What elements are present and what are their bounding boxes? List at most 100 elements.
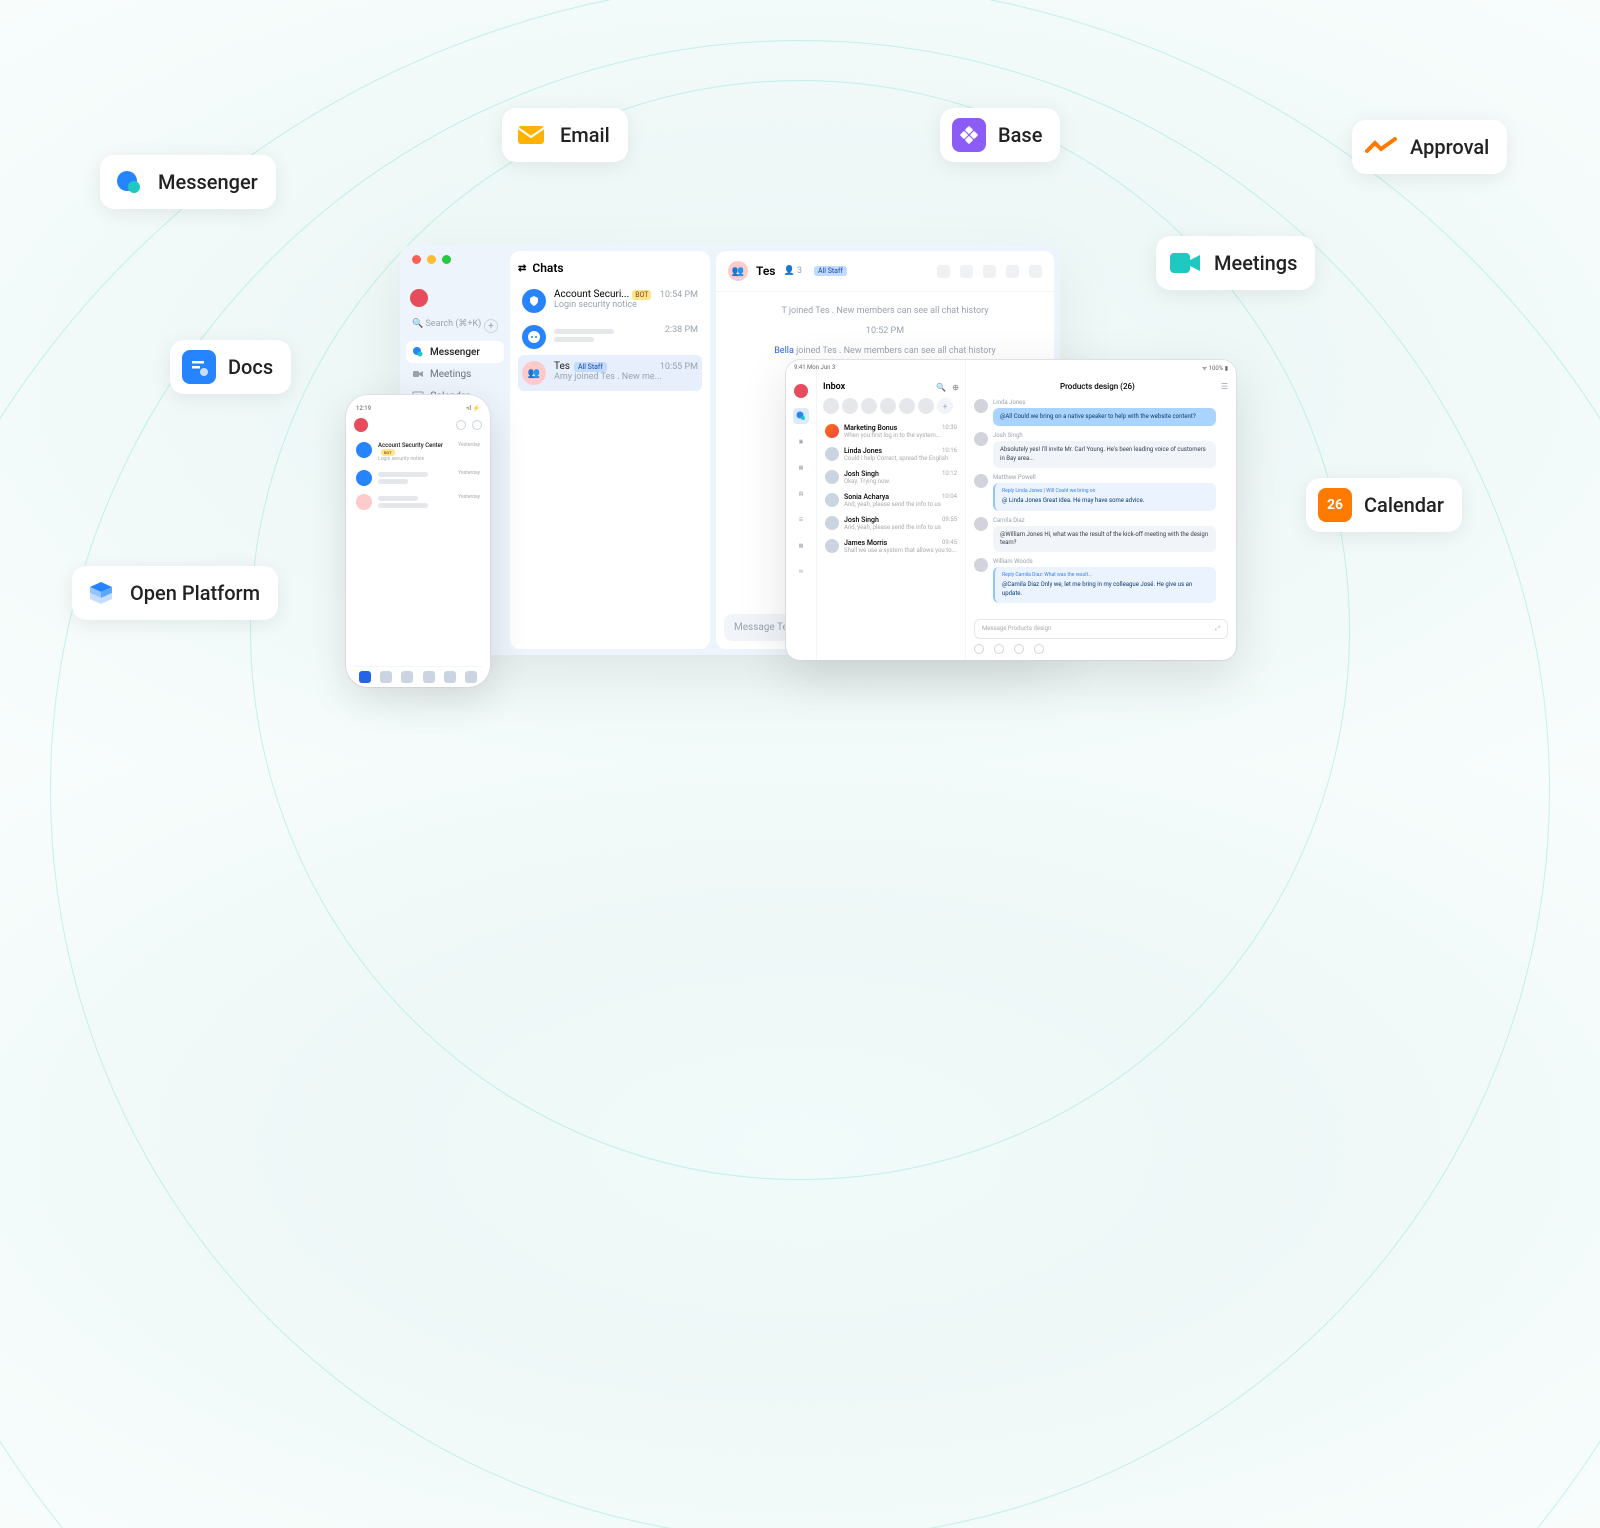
compose-input[interactable]: Message Products design⤢	[974, 619, 1228, 639]
inbox-item[interactable]: James Morris09:45Shall we use a system t…	[823, 535, 959, 558]
inbox-item[interactable]: Marketing Bonus10:30When you first log i…	[823, 420, 959, 443]
emoji-icon[interactable]	[974, 644, 984, 654]
chat-title: Products design (26) ☰	[974, 382, 1228, 391]
item-name: Josh Singh	[844, 516, 879, 524]
avatar	[974, 558, 988, 572]
nav-workplace[interactable]: ▦	[793, 538, 809, 554]
avatar[interactable]	[823, 398, 839, 414]
inbox-item[interactable]: Josh Singh09:55And, yeah, please send th…	[823, 512, 959, 535]
video-icon[interactable]	[960, 265, 973, 278]
item-time: Yesterday	[458, 470, 480, 477]
user-avatar[interactable]	[410, 289, 428, 307]
video-icon	[412, 368, 424, 380]
nav-email[interactable]: ✉	[793, 564, 809, 580]
chip-open-platform[interactable]: Open Platform	[72, 566, 278, 620]
add-icon[interactable]: ⊕	[952, 383, 959, 392]
nav-calendar[interactable]: ▦	[793, 460, 809, 476]
list-item[interactable]: Account Security Center BOTYesterday Log…	[354, 438, 482, 466]
nav-contacts[interactable]: ☰	[793, 512, 809, 528]
item-name: Account Security Center	[378, 442, 443, 449]
chip-calendar[interactable]: 26 Calendar	[1306, 478, 1462, 532]
avatar[interactable]	[918, 398, 934, 414]
chat-name: Account Securi...	[554, 289, 629, 300]
mention-icon[interactable]	[994, 644, 1004, 654]
chip-docs[interactable]: Docs	[170, 340, 291, 394]
tab-item[interactable]	[423, 671, 435, 683]
nav-meetings[interactable]: ▣	[793, 434, 809, 450]
menu-icon[interactable]: ☰	[1221, 382, 1228, 391]
list-item[interactable]: Yesterday	[354, 490, 482, 514]
search-icon[interactable]	[937, 265, 950, 278]
add-icon[interactable]: +	[484, 319, 498, 333]
chip-label: Docs	[228, 355, 273, 379]
bot-badge: BOT	[381, 449, 395, 456]
message-bubble[interactable]: @William Jones Hi, what was the result o…	[993, 526, 1216, 553]
tab-item[interactable]	[380, 671, 392, 683]
sender-name: Matthew Powell	[993, 474, 1228, 481]
avatar[interactable]: +	[937, 398, 953, 414]
nav-label: Messenger	[430, 347, 480, 358]
list-item[interactable]: Yesterday	[354, 466, 482, 490]
tab-item[interactable]	[444, 671, 456, 683]
user-avatar[interactable]	[794, 384, 808, 398]
chats-title: ⇄ Chats	[518, 261, 702, 275]
avatar	[974, 399, 988, 413]
message-bubble[interactable]: Absolutely yes! I'll invite Mr. Carl You…	[993, 441, 1216, 468]
search-icon[interactable]: 🔍	[936, 383, 946, 392]
message-bubble[interactable]: Reply Linda Jones | Will Could we bring …	[993, 483, 1216, 510]
status-time: 12:19	[356, 405, 371, 412]
avatar[interactable]	[861, 398, 877, 414]
window-traffic-lights[interactable]	[412, 255, 451, 264]
message-bubble[interactable]: Reply Camila Diaz: What was the result..…	[993, 567, 1216, 603]
chip-approval[interactable]: Approval	[1352, 120, 1507, 174]
more-icon[interactable]	[1034, 644, 1044, 654]
avatar[interactable]	[842, 398, 858, 414]
tablet-app: 9:41 Mon Jun 3ᯤ 100% ▮ ▣ ▦ ▤ ☰ ▦ ✉ Inbox…	[786, 360, 1236, 660]
settings-icon[interactable]	[1006, 265, 1019, 278]
item-time: 09:55	[942, 516, 957, 524]
more-icon[interactable]	[1029, 265, 1042, 278]
chip-label: Approval	[1410, 135, 1489, 159]
tab-item[interactable]	[401, 671, 413, 683]
scissors-icon[interactable]	[1014, 644, 1024, 654]
bot-icon	[522, 325, 546, 349]
tab-item[interactable]	[465, 671, 477, 683]
item-time: 10:12	[942, 470, 957, 478]
tab-messenger[interactable]	[359, 671, 371, 683]
tablet-status-bar: 9:41 Mon Jun 3ᯤ 100% ▮	[794, 364, 1228, 372]
user-avatar[interactable]	[354, 418, 368, 432]
avatar[interactable]	[880, 398, 896, 414]
chip-email[interactable]: Email	[502, 108, 628, 162]
chat-item[interactable]: 2:38 PM	[518, 319, 702, 355]
nav-label: Meetings	[430, 369, 471, 380]
docs-icon	[182, 350, 216, 384]
phone-tab-bar	[354, 666, 482, 683]
avatar	[974, 474, 988, 488]
add-icon[interactable]	[472, 420, 482, 430]
sidebar-item-meetings[interactable]: Meetings	[406, 363, 504, 385]
chip-messenger[interactable]: Messenger	[100, 155, 276, 209]
search-icon[interactable]	[456, 420, 466, 430]
inbox-item[interactable]: Linda Jones10:16Could I help Correct, sp…	[823, 443, 959, 466]
nav-docs[interactable]: ▤	[793, 486, 809, 502]
inbox-item[interactable]: Josh Singh10:12Okay. Trying now.	[823, 466, 959, 489]
item-sub: When you first log in to the system...	[844, 432, 957, 439]
chat-header: 👥 Tes 👤 3 All Staff	[716, 251, 1054, 292]
add-user-icon[interactable]	[983, 265, 996, 278]
item-sub: And, yeah, please send the info to us	[844, 501, 957, 508]
message-bubble[interactable]: @All Could we bring on a native speaker …	[993, 408, 1216, 426]
chip-meetings[interactable]: Meetings	[1156, 236, 1315, 290]
avatar[interactable]	[899, 398, 915, 414]
chip-label: Email	[560, 123, 610, 147]
chat-item[interactable]: Account Securi...BOT10:54 PM Login secur…	[518, 283, 702, 319]
inbox-item[interactable]: Sonia Acharya10:04And, yeah, please send…	[823, 489, 959, 512]
sidebar-item-messenger[interactable]: Messenger	[406, 341, 504, 363]
item-time: 10:04	[942, 493, 957, 501]
item-time: 10:16	[942, 447, 957, 455]
chip-base[interactable]: Base	[940, 108, 1060, 162]
nav-messenger[interactable]	[793, 408, 809, 424]
expand-icon[interactable]: ⤢	[1215, 625, 1220, 633]
search-input[interactable]: 🔍 Search (⌘+K) +	[406, 315, 504, 333]
chat-item-selected[interactable]: 👥 TesAll Staff10:55 PM Amy joined Tes . …	[518, 355, 702, 391]
phone-app: 12:19•ıl ⚡ Account Security Center BOTYe…	[346, 395, 490, 687]
